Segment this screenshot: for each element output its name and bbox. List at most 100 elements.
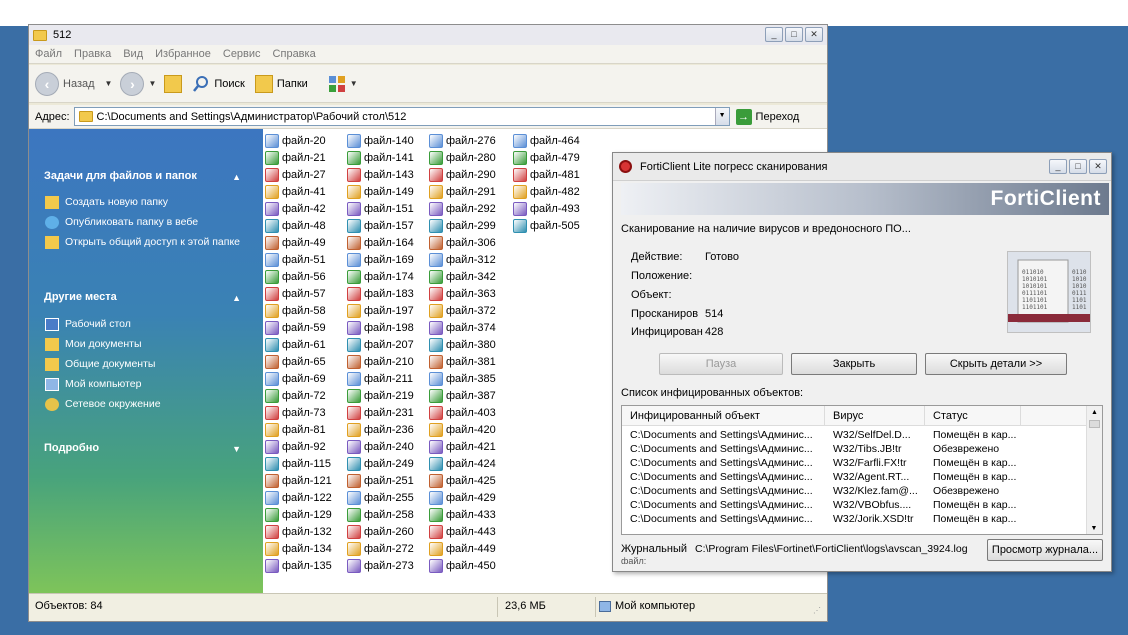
file-item[interactable]: файл-132 [265, 523, 332, 540]
file-item[interactable]: файл-292 [429, 200, 496, 217]
file-item[interactable]: файл-280 [429, 149, 496, 166]
pause-button[interactable]: Пауза [659, 353, 783, 375]
file-item[interactable]: файл-207 [347, 336, 414, 353]
infected-row[interactable]: C:\Documents and Settings\Админис... W32/… [622, 512, 1088, 526]
file-item[interactable]: файл-198 [347, 319, 414, 336]
maximize-button[interactable]: □ [1069, 159, 1087, 174]
file-item[interactable]: файл-72 [265, 387, 332, 404]
tasks-heading[interactable]: Задачи для файлов и папок [44, 170, 197, 182]
maximize-button[interactable]: □ [785, 27, 803, 42]
file-item[interactable]: файл-479 [513, 149, 580, 166]
address-input[interactable]: C:\Documents and Settings\Администратор\… [73, 107, 730, 126]
file-item[interactable]: файл-135 [265, 557, 332, 574]
file-item[interactable]: файл-59 [265, 319, 332, 336]
infected-row[interactable]: C:\Documents and Settings\Админис... W32/… [622, 470, 1088, 484]
file-item[interactable]: файл-210 [347, 353, 414, 370]
file-item[interactable]: файл-42 [265, 200, 332, 217]
file-item[interactable]: файл-443 [429, 523, 496, 540]
file-item[interactable]: файл-342 [429, 268, 496, 285]
file-item[interactable]: файл-425 [429, 472, 496, 489]
file-item[interactable]: файл-21 [265, 149, 332, 166]
places-heading[interactable]: Другие места [44, 291, 117, 303]
file-item[interactable]: файл-183 [347, 285, 414, 302]
infected-row[interactable]: C:\Documents and Settings\Админис... W32/… [622, 428, 1088, 442]
file-item[interactable]: файл-134 [265, 540, 332, 557]
collapse-chevron-icon[interactable]: ▲ [232, 172, 241, 182]
forward-button[interactable]: › [120, 71, 145, 96]
view-log-button[interactable]: Просмотр журнала... [987, 539, 1103, 561]
file-item[interactable]: файл-20 [265, 132, 332, 149]
file-item[interactable]: файл-251 [347, 472, 414, 489]
file-item[interactable]: файл-69 [265, 370, 332, 387]
file-item[interactable]: файл-450 [429, 557, 496, 574]
scroll-up-icon[interactable]: ▲ [1087, 409, 1102, 416]
file-item[interactable]: файл-58 [265, 302, 332, 319]
scroll-thumb[interactable] [1089, 420, 1100, 428]
place-desktop[interactable]: Рабочий стол [45, 318, 245, 331]
close-button[interactable]: ✕ [1089, 159, 1107, 174]
file-item[interactable]: файл-240 [347, 438, 414, 455]
file-item[interactable]: файл-433 [429, 506, 496, 523]
back-dropdown-icon[interactable]: ▼ [105, 79, 113, 88]
file-item[interactable]: файл-249 [347, 455, 414, 472]
scroll-down-icon[interactable]: ▼ [1087, 525, 1101, 532]
file-item[interactable]: файл-157 [347, 217, 414, 234]
file-item[interactable]: файл-258 [347, 506, 414, 523]
file-item[interactable]: файл-27 [265, 166, 332, 183]
file-item[interactable]: файл-385 [429, 370, 496, 387]
menu-view[interactable]: Вид [123, 48, 143, 60]
file-item[interactable]: файл-169 [347, 251, 414, 268]
file-item[interactable]: файл-381 [429, 353, 496, 370]
file-item[interactable]: файл-372 [429, 302, 496, 319]
file-item[interactable]: файл-129 [265, 506, 332, 523]
place-shared-documents[interactable]: Общие документы [45, 358, 245, 371]
file-item[interactable]: файл-312 [429, 251, 496, 268]
address-dropdown-icon[interactable]: ▼ [714, 108, 729, 125]
file-item[interactable]: файл-141 [347, 149, 414, 166]
file-item[interactable]: файл-493 [513, 200, 580, 217]
file-item[interactable]: файл-464 [513, 132, 580, 149]
place-my-computer[interactable]: Мой компьютер [45, 378, 245, 391]
place-network[interactable]: Сетевое окружение [45, 398, 245, 411]
file-item[interactable]: файл-421 [429, 438, 496, 455]
file-item[interactable]: файл-380 [429, 336, 496, 353]
file-item[interactable]: файл-276 [429, 132, 496, 149]
task-publish-web[interactable]: Опубликовать папку в вебе [45, 216, 245, 229]
go-button[interactable]: → Переход [735, 108, 799, 125]
file-item[interactable]: файл-363 [429, 285, 496, 302]
file-item[interactable]: файл-73 [265, 404, 332, 421]
file-item[interactable]: файл-290 [429, 166, 496, 183]
file-item[interactable]: файл-236 [347, 421, 414, 438]
file-item[interactable]: файл-143 [347, 166, 414, 183]
menu-help[interactable]: Справка [273, 48, 316, 60]
file-item[interactable]: файл-48 [265, 217, 332, 234]
file-item[interactable]: файл-65 [265, 353, 332, 370]
forward-dropdown-icon[interactable]: ▼ [148, 79, 156, 88]
place-my-documents[interactable]: Мои документы [45, 338, 245, 351]
expand-chevron-icon[interactable]: ▼ [232, 444, 241, 454]
close-scan-button[interactable]: Закрыть [791, 353, 917, 375]
task-new-folder[interactable]: Создать новую папку [45, 196, 245, 209]
menu-edit[interactable]: Правка [74, 48, 111, 60]
file-item[interactable]: файл-449 [429, 540, 496, 557]
resize-grip-icon[interactable]: ⋰ [813, 606, 821, 615]
file-item[interactable]: файл-420 [429, 421, 496, 438]
menu-favorites[interactable]: Избранное [155, 48, 211, 60]
file-item[interactable]: файл-255 [347, 489, 414, 506]
search-button[interactable]: Поиск [192, 75, 245, 93]
list-scrollbar[interactable]: ▲ ▼ [1086, 406, 1102, 534]
file-item[interactable]: файл-115 [265, 455, 332, 472]
file-item[interactable]: файл-140 [347, 132, 414, 149]
folders-button[interactable]: Папки [254, 74, 308, 93]
details-heading[interactable]: Подробно [44, 442, 99, 454]
column-header-status[interactable]: Статус [925, 406, 1021, 426]
file-item[interactable]: файл-482 [513, 183, 580, 200]
file-item[interactable]: файл-51 [265, 251, 332, 268]
file-item[interactable]: файл-272 [347, 540, 414, 557]
close-button[interactable]: ✕ [805, 27, 823, 42]
file-item[interactable]: файл-219 [347, 387, 414, 404]
file-item[interactable]: файл-121 [265, 472, 332, 489]
file-item[interactable]: файл-49 [265, 234, 332, 251]
file-item[interactable]: файл-81 [265, 421, 332, 438]
file-item[interactable]: файл-299 [429, 217, 496, 234]
